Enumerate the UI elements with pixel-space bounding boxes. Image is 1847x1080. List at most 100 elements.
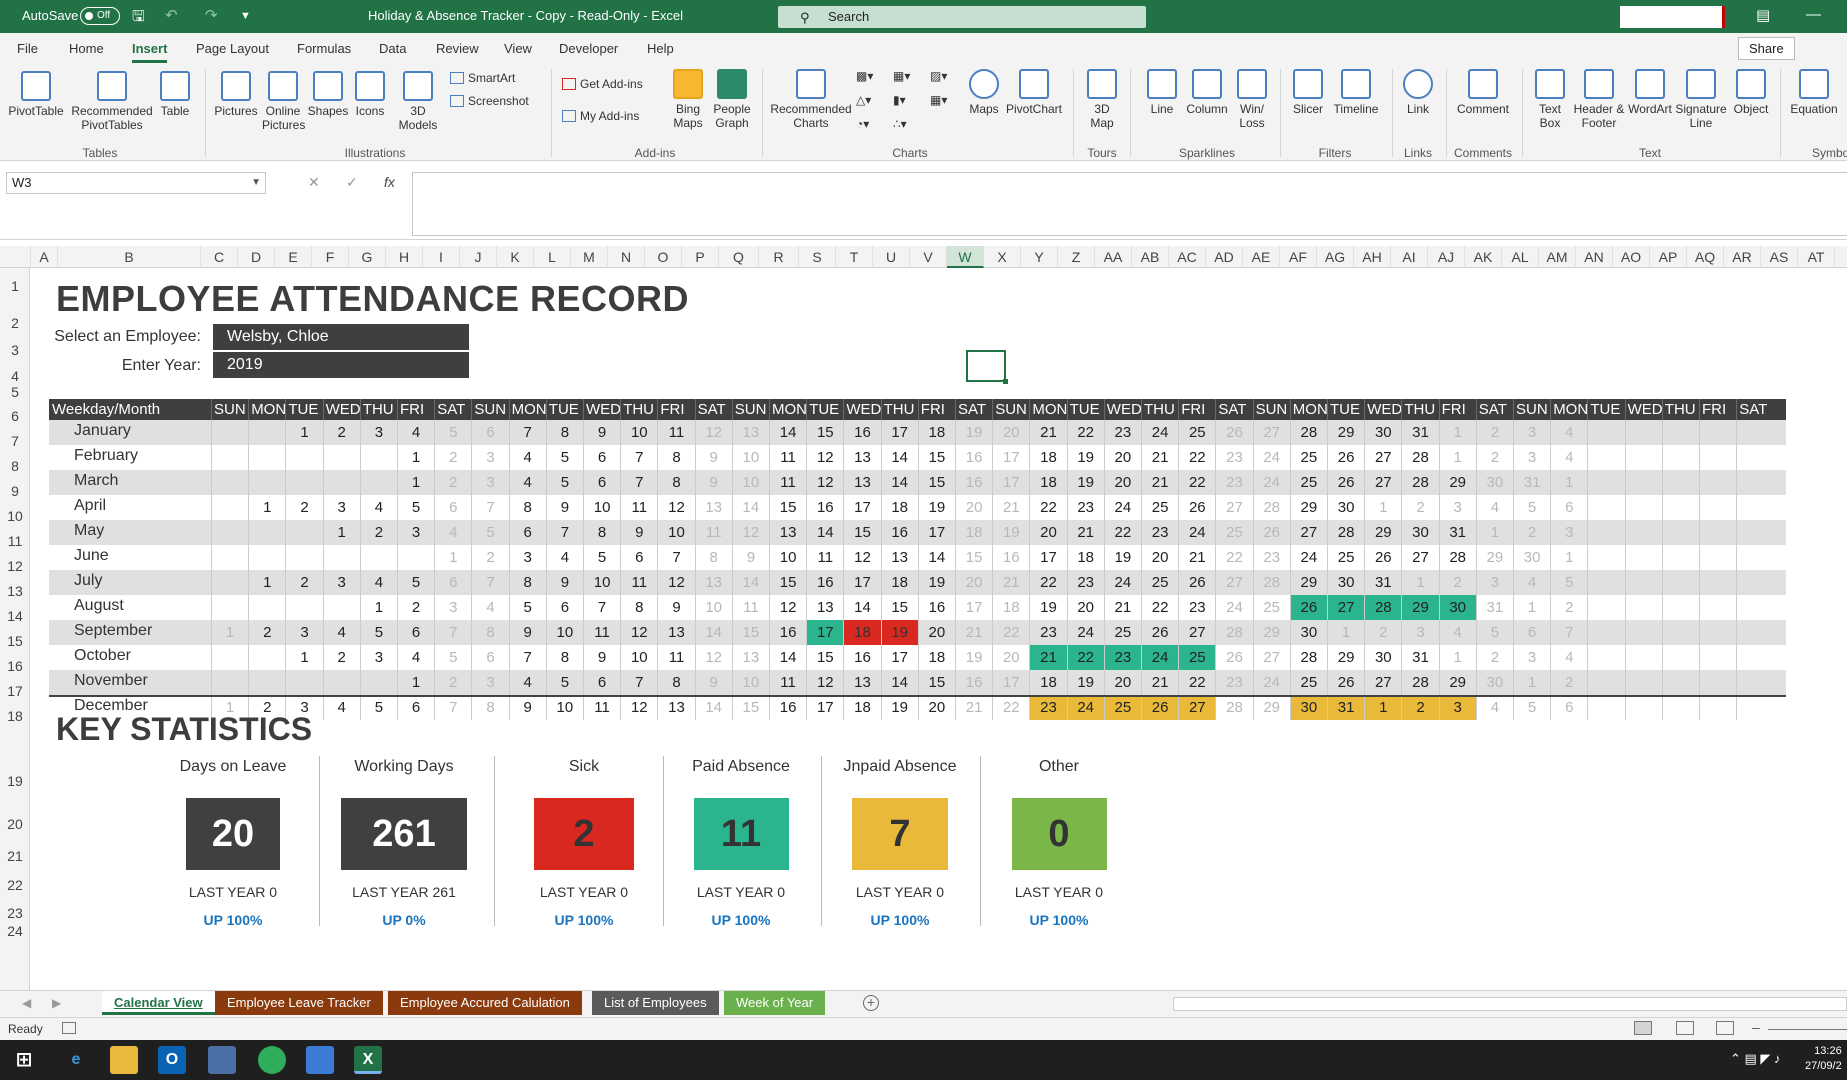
day-cell[interactable]: 19 [917, 495, 955, 520]
column-header-c[interactable]: C [201, 246, 238, 268]
day-cell[interactable] [1587, 545, 1624, 570]
tab-home[interactable]: Home [69, 41, 104, 56]
day-cell[interactable]: 20 [1141, 545, 1178, 570]
day-cell[interactable]: 30 [1289, 695, 1327, 720]
column-header-ac[interactable]: AC [1169, 246, 1206, 268]
day-cell[interactable]: 18 [992, 595, 1029, 620]
day-cell[interactable]: 3 [1438, 495, 1476, 520]
day-cell[interactable]: 2 [1364, 620, 1401, 645]
day-cell[interactable]: 20 [917, 620, 955, 645]
clock[interactable]: 13:26 27/09/2 [1805, 1044, 1842, 1074]
day-cell[interactable] [211, 470, 248, 495]
day-cell[interactable]: 1 [248, 570, 285, 595]
timeline-button[interactable]: Timeline [1330, 69, 1382, 116]
file-explorer-icon[interactable] [110, 1046, 138, 1074]
day-cell[interactable]: 30 [1364, 645, 1401, 670]
day-cell[interactable] [248, 420, 285, 445]
header-footer-button[interactable]: Header & Footer [1572, 69, 1626, 130]
day-cell[interactable]: 25 [1178, 420, 1215, 445]
day-cell[interactable]: 5 [545, 445, 583, 470]
day-cell[interactable]: 29 [1364, 520, 1401, 545]
day-cell[interactable] [359, 670, 397, 695]
day-cell[interactable]: 6 [1550, 695, 1587, 720]
row-header-6[interactable]: 6 [0, 408, 30, 424]
day-cell[interactable]: 9 [508, 695, 546, 720]
day-cell[interactable]: 6 [1550, 495, 1587, 520]
day-cell[interactable]: 28 [1401, 470, 1438, 495]
day-cell[interactable]: 9 [545, 495, 583, 520]
day-cell[interactable]: 21 [1141, 445, 1178, 470]
day-cell[interactable]: 6 [583, 470, 620, 495]
day-cell[interactable]: 14 [843, 595, 880, 620]
day-cell[interactable]: 3 [359, 645, 397, 670]
day-cell[interactable]: 16 [955, 470, 992, 495]
day-cell[interactable]: 3 [1550, 520, 1587, 545]
comment-button[interactable]: Comment [1452, 69, 1514, 116]
day-cell[interactable] [1587, 470, 1624, 495]
day-cell[interactable]: 12 [806, 670, 843, 695]
column-header-o[interactable]: O [645, 246, 682, 268]
day-cell[interactable]: 29 [1252, 620, 1290, 645]
column-header-ag[interactable]: AG [1317, 246, 1354, 268]
day-cell[interactable]: 18 [843, 695, 880, 720]
day-cell[interactable]: 21 [992, 495, 1029, 520]
day-cell[interactable]: 24 [1252, 445, 1290, 470]
day-cell[interactable]: 27 [1289, 520, 1327, 545]
row-header-9[interactable]: 9 [0, 483, 30, 499]
day-cell[interactable] [322, 470, 360, 495]
day-cell[interactable]: 5 [434, 645, 471, 670]
day-cell[interactable]: 15 [880, 595, 918, 620]
day-cell[interactable]: 3 [322, 570, 360, 595]
column-header-e[interactable]: E [275, 246, 312, 268]
day-cell[interactable]: 13 [657, 620, 694, 645]
day-cell[interactable]: 19 [1066, 445, 1104, 470]
combo-chart-icon[interactable]: ▦▾ [930, 93, 947, 107]
day-cell[interactable]: 7 [620, 445, 657, 470]
row-header-16[interactable]: 16 [0, 658, 30, 674]
day-cell[interactable]: 26 [1327, 670, 1364, 695]
column-header-am[interactable]: AM [1539, 246, 1576, 268]
equation-button[interactable]: Equation [1786, 69, 1842, 116]
day-cell[interactable]: 11 [620, 570, 657, 595]
day-cell[interactable]: 25 [1289, 470, 1327, 495]
day-cell[interactable]: 22 [1066, 420, 1104, 445]
day-cell[interactable] [322, 670, 360, 695]
day-cell[interactable]: 4 [508, 445, 546, 470]
column-header-s[interactable]: S [799, 246, 836, 268]
day-cell[interactable]: 4 [1475, 495, 1513, 520]
day-cell[interactable] [1661, 595, 1699, 620]
day-cell[interactable]: 4 [508, 670, 546, 695]
day-cell[interactable] [1661, 520, 1699, 545]
day-cell[interactable] [1699, 420, 1736, 445]
day-cell[interactable]: 27 [1364, 670, 1401, 695]
day-cell[interactable]: 6 [620, 545, 657, 570]
day-cell[interactable]: 6 [471, 645, 508, 670]
day-cell[interactable]: 31 [1475, 595, 1513, 620]
day-cell[interactable]: 1 [1364, 495, 1401, 520]
column-header-l[interactable]: L [534, 246, 571, 268]
save-icon[interactable]: 🖫 [132, 6, 145, 31]
day-cell[interactable] [1699, 645, 1736, 670]
day-cell[interactable]: 10 [731, 670, 769, 695]
day-cell[interactable]: 28 [1215, 620, 1252, 645]
day-cell[interactable]: 15 [806, 420, 843, 445]
column-header-n[interactable]: N [608, 246, 645, 268]
day-cell[interactable]: 19 [880, 695, 918, 720]
row-header-4[interactable]: 4 [0, 368, 30, 384]
day-cell[interactable]: 17 [1029, 545, 1066, 570]
day-cell[interactable]: 15 [769, 495, 806, 520]
screenshot-button[interactable]: Screenshot [450, 94, 529, 108]
day-cell[interactable]: 4 [471, 595, 508, 620]
normal-view-icon[interactable] [1634, 1021, 1652, 1035]
day-cell[interactable]: 8 [657, 670, 694, 695]
column-header-ae[interactable]: AE [1243, 246, 1280, 268]
day-cell[interactable]: 5 [1475, 620, 1513, 645]
day-cell[interactable]: 21 [1141, 670, 1178, 695]
day-cell[interactable]: 2 [1401, 495, 1438, 520]
user-account[interactable] [1620, 6, 1725, 28]
day-cell[interactable] [1661, 670, 1699, 695]
day-cell[interactable] [397, 545, 434, 570]
day-cell[interactable]: 12 [657, 570, 694, 595]
day-cell[interactable]: 7 [1550, 620, 1587, 645]
day-cell[interactable] [1699, 470, 1736, 495]
